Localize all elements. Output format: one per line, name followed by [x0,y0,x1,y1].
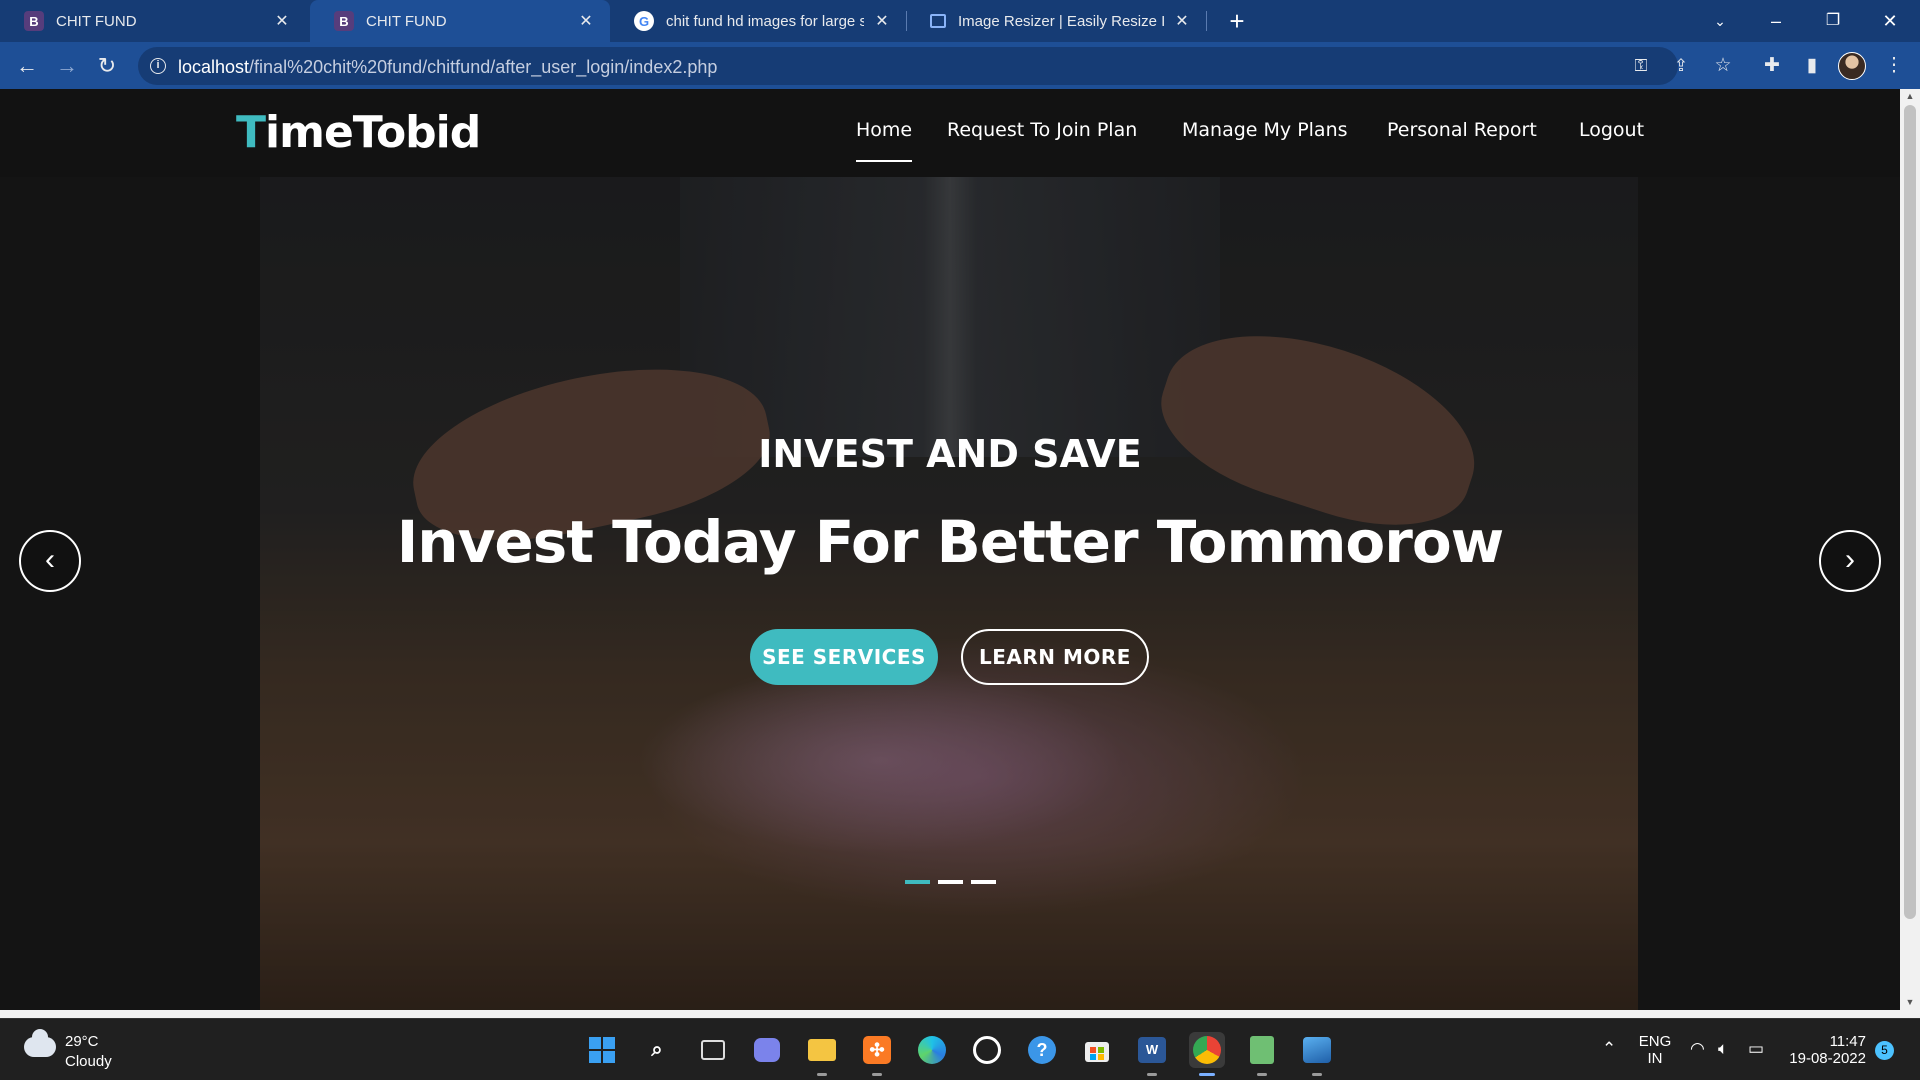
url-text[interactable]: localhost/final%20chit%20fund/chitfund/a… [178,57,717,78]
menu-kebab-icon[interactable]: ⋮ [1879,51,1909,81]
wifi-icon[interactable]: ◠ [1690,1039,1705,1059]
tab-chit-fund-1[interactable]: B CHIT FUND ✕ [0,0,306,42]
back-arrow-icon[interactable]: ← [12,51,42,81]
image-resizer-favicon-icon [930,14,946,28]
tab-chit-fund-2[interactable]: B CHIT FUND ✕ [310,0,610,42]
tab-search-icon[interactable]: ⌄ [1700,6,1740,36]
language-indicator[interactable]: ENG IN [1638,1033,1672,1067]
close-window-icon[interactable]: ✕ [1870,6,1910,36]
page-scrollbar[interactable]: ▲ ▼ [1900,89,1920,1010]
nav-manage-my-plans[interactable]: Manage My Plans [1182,119,1348,141]
tab-separator [1206,11,1207,31]
photos-icon[interactable] [1299,1032,1335,1076]
hero-subtitle: INVEST AND SAVE [758,432,1142,476]
notepad-icon[interactable] [1244,1032,1280,1076]
site-logo[interactable]: TimeTobid [236,107,481,158]
nav-home[interactable]: Home [856,119,913,162]
site-header: TimeTobid Home Request To Join Plan Mana… [0,89,1900,177]
site-info-icon[interactable]: i [150,58,166,74]
side-panel-icon[interactable]: ▮ [1797,51,1827,81]
close-tab-icon[interactable]: ✕ [1172,11,1192,31]
learn-more-button[interactable]: LEARN MORE [961,629,1149,685]
extensions-puzzle-icon[interactable]: ✚ [1757,51,1787,81]
close-tab-icon[interactable]: ✕ [872,11,892,31]
nav-personal-report[interactable]: Personal Report [1387,119,1537,141]
carousel-indicator-3[interactable] [971,880,996,884]
chrome-icon[interactable] [1189,1032,1225,1076]
url-host: localhost [178,57,250,77]
close-tab-icon[interactable]: ✕ [272,11,292,31]
scrollbar-thumb[interactable] [1904,105,1916,919]
minimize-icon[interactable]: – [1756,6,1796,36]
windows-start-icon[interactable] [584,1032,620,1068]
microsoft-store-icon[interactable] [1079,1032,1115,1068]
url-path: /final%20chit%20fund/chitfund/after_user… [249,57,718,77]
clock-time: 11:47 [1829,1033,1866,1050]
carousel-indicator-1[interactable] [905,880,930,884]
scroll-down-arrow-icon[interactable]: ▼ [1905,997,1915,1007]
cloud-weather-icon[interactable] [24,1029,56,1057]
help-icon[interactable]: ? [1024,1032,1060,1068]
clock-date: 19-08-2022 [1789,1050,1866,1067]
hero-title: Invest Today For Better Tommorow [396,508,1505,576]
see-services-button[interactable]: SEE SERVICES [750,629,938,685]
windows-taskbar: 29°C Cloudy ⌕ ✣ ? W ⌃ ENG IN ◠ 🔈︎ ▭ 11:4… [0,1018,1920,1080]
weather-temperature[interactable]: 29°C [65,1033,99,1050]
github-desktop-icon[interactable] [969,1032,1005,1068]
scroll-up-arrow-icon[interactable]: ▲ [1905,91,1915,101]
search-icon[interactable]: ⌕ [639,1032,675,1068]
carousel-indicators [905,880,996,884]
file-explorer-icon[interactable] [804,1032,840,1076]
address-bar[interactable]: i localhost/final%20chit%20fund/chitfund… [138,47,1688,85]
reload-icon[interactable]: ↻ [92,51,122,81]
word-icon[interactable]: W [1134,1032,1170,1076]
nav-request-to-join-plan[interactable]: Request To Join Plan [947,119,1137,141]
tab-google-images[interactable]: G chit fund hd images for large scr ✕ [610,0,906,42]
password-key-icon[interactable]: ⚿ [1630,55,1652,77]
tab-title: Image Resizer | Easily Resize Imag [958,12,1164,30]
browser-toolbar: ← → ↻ i localhost/final%20chit%20fund/ch… [0,42,1920,89]
task-view-icon[interactable] [695,1032,731,1068]
teams-chat-icon[interactable] [749,1032,785,1068]
notification-badge[interactable]: 5 [1875,1041,1894,1060]
bookmark-star-icon[interactable]: ☆ [1708,51,1738,81]
bootstrap-favicon-icon: B [334,11,354,31]
volume-icon[interactable]: 🔈︎ [1718,1039,1728,1059]
share-icon[interactable]: ⇪ [1670,55,1692,77]
tab-title: CHIT FUND [56,12,137,30]
carousel-indicator-2[interactable] [938,880,963,884]
nav-logout[interactable]: Logout [1579,119,1644,141]
close-tab-icon[interactable]: ✕ [576,11,596,31]
new-tab-button[interactable]: + [1222,6,1252,36]
tab-title: CHIT FUND [366,12,447,30]
browser-tab-bar: B CHIT FUND ✕ B CHIT FUND ✕ G chit fund … [0,0,1920,42]
xampp-icon[interactable]: ✣ [859,1032,895,1076]
weather-condition[interactable]: Cloudy [65,1053,112,1070]
edge-browser-icon[interactable] [914,1032,950,1068]
battery-icon[interactable]: ▭ [1748,1039,1764,1059]
google-favicon-icon: G [634,11,654,31]
bootstrap-favicon-icon: B [24,11,44,31]
show-hidden-icons-chevron-icon[interactable]: ⌃ [1602,1039,1616,1059]
restore-icon[interactable]: ❐ [1813,6,1853,36]
tab-title: chit fund hd images for large scr [666,12,864,30]
tab-image-resizer[interactable]: Image Resizer | Easily Resize Imag ✕ [906,0,1206,42]
clock[interactable]: 11:47 19-08-2022 [1786,1033,1866,1067]
profile-avatar[interactable] [1838,52,1866,80]
forward-arrow-icon[interactable]: → [52,51,82,81]
